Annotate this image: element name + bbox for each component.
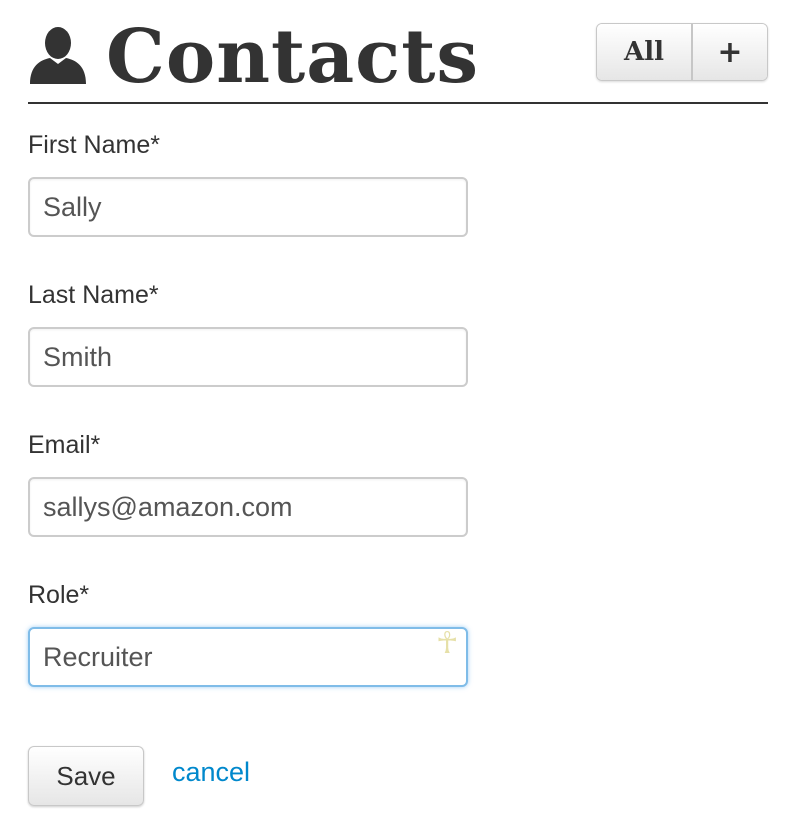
first-name-label: First Name* (28, 131, 160, 159)
page-header: Contacts All + (28, 0, 768, 104)
person-icon (28, 26, 88, 84)
header-button-group: All + (596, 23, 768, 81)
all-contacts-button[interactable]: All (597, 24, 693, 80)
role-label: Role* (28, 581, 90, 609)
last-name-field[interactable] (28, 327, 468, 387)
email-label: Email* (28, 431, 101, 459)
role-field[interactable] (28, 627, 468, 687)
email-field[interactable] (28, 477, 468, 537)
ankh-icon[interactable]: ☥ (436, 628, 458, 660)
save-button[interactable]: Save (28, 746, 144, 806)
last-name-label: Last Name* (28, 281, 159, 309)
add-contact-button[interactable]: + (693, 24, 767, 80)
first-name-field[interactable] (28, 177, 468, 237)
page-title: Contacts (106, 14, 480, 100)
cancel-link[interactable]: cancel (172, 757, 250, 788)
